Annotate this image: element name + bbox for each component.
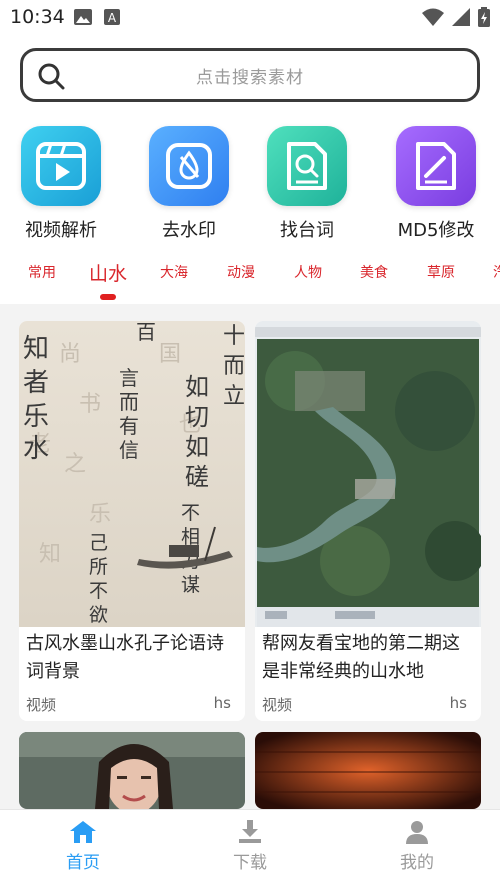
woman-portrait-thumbnail [19, 732, 245, 809]
card-title: 帮网友看宝地的第二期这是非常经典的山水地 [262, 633, 460, 682]
md5-edit-icon [396, 126, 476, 206]
bottom-nav: 首页 下载 我的 [0, 809, 500, 887]
svg-text:己: 己 [89, 532, 108, 554]
wooden-stage-thumbnail [255, 732, 481, 809]
svg-text:知: 知 [39, 542, 61, 567]
svg-text:有: 有 [119, 414, 139, 438]
category-active-indicator [100, 294, 116, 300]
svg-text:之: 之 [64, 452, 86, 477]
card-type: 视频 [26, 696, 57, 714]
svg-text:尚: 尚 [59, 342, 81, 367]
card-title: 古风水墨山水孔子论语诗词背景 [26, 633, 224, 682]
video-card[interactable]: 帮网友看宝地的第二期这是非常经典的山水地 视频 hs [255, 321, 481, 721]
wifi-icon [422, 8, 444, 26]
svg-text:书: 书 [79, 392, 101, 417]
svg-text:立: 立 [223, 384, 245, 409]
quick-action-video-parse[interactable]: 视频解析 [1, 126, 121, 242]
category-tab-anime[interactable]: 动漫 [227, 262, 255, 282]
video-card[interactable]: 尚书老 之乐知 国也 知 者 乐 水 百 言 而 有 信 如 切 如 磋 十 而… [19, 321, 245, 721]
svg-text:所: 所 [89, 556, 108, 578]
svg-text:者: 者 [23, 368, 49, 398]
remove-watermark-icon [149, 126, 229, 206]
card-meta: 视频 hs [26, 694, 231, 715]
category-tab-landscape[interactable]: 山水 [89, 259, 127, 286]
ink-calligraphy-thumbnail: 尚书老 之乐知 国也 知 者 乐 水 百 言 而 有 信 如 切 如 磋 十 而… [19, 321, 245, 627]
card-type: 视频 [262, 696, 293, 714]
svg-text:如: 如 [185, 373, 209, 401]
card-author: hs [213, 694, 231, 712]
nav-download[interactable]: 下载 [200, 820, 300, 873]
category-tab-people[interactable]: 人物 [294, 262, 322, 282]
quick-action-label: 去水印 [162, 220, 216, 241]
svg-text:而: 而 [223, 354, 245, 379]
svg-text:水: 水 [23, 434, 49, 464]
a-box-icon: A [104, 9, 120, 25]
svg-text:乐: 乐 [23, 402, 49, 432]
svg-text:欲: 欲 [89, 604, 108, 626]
search-box[interactable]: 点击搜索素材 [20, 48, 480, 102]
quick-action-label: 找台词 [280, 220, 334, 241]
nav-home[interactable]: 首页 [33, 820, 133, 873]
svg-text:如: 如 [185, 433, 209, 461]
svg-text:知: 知 [23, 334, 49, 364]
category-tab-sea[interactable]: 大海 [160, 262, 188, 282]
svg-text:不: 不 [181, 502, 200, 524]
status-bar: 10:34 A [0, 0, 500, 36]
quick-action-find-lines[interactable]: 找台词 [247, 126, 367, 242]
svg-text:百: 百 [136, 321, 156, 344]
svg-text:磋: 磋 [185, 463, 209, 491]
battery-icon [478, 7, 490, 27]
svg-text:而: 而 [119, 390, 139, 414]
search-placeholder[interactable]: 点击搜索素材 [23, 63, 477, 88]
svg-text:言: 言 [119, 366, 139, 390]
card-meta: 视频 hs [262, 694, 467, 715]
card-author: hs [449, 694, 467, 712]
svg-text:切: 切 [185, 403, 209, 431]
svg-text:国: 国 [159, 342, 181, 367]
category-tab-car[interactable]: 汽 [493, 262, 500, 282]
video-card[interactable] [19, 732, 245, 809]
video-parse-icon [21, 126, 101, 206]
svg-text:相: 相 [181, 526, 200, 548]
quick-action-label: 视频解析 [25, 220, 97, 241]
svg-text:不: 不 [89, 580, 108, 602]
status-time: 10:34 [10, 6, 65, 28]
nav-home-label: 首页 [66, 853, 100, 873]
download-icon [239, 820, 261, 843]
nav-download-label: 下载 [233, 853, 267, 873]
video-card[interactable] [255, 732, 481, 809]
svg-text:谋: 谋 [181, 574, 200, 596]
svg-text:十: 十 [223, 324, 245, 349]
quick-action-label: MD5修改 [397, 220, 475, 241]
category-tab-common[interactable]: 常用 [28, 262, 56, 282]
category-tab-food[interactable]: 美食 [360, 262, 388, 282]
home-icon [70, 821, 96, 843]
image-icon [74, 9, 92, 25]
signal-icon [452, 8, 470, 26]
nav-profile-label: 我的 [400, 853, 434, 873]
svg-text:信: 信 [119, 438, 139, 462]
satellite-river-thumbnail [255, 321, 481, 627]
top-area: 点击搜索素材 视频解析 去水印 找台词 MD5修改 常用 山水 大海 动漫 人物… [0, 36, 500, 304]
category-tabs: 常用 山水 大海 动漫 人物 美食 草原 汽 [0, 254, 500, 304]
quick-action-remove-watermark[interactable]: 去水印 [129, 126, 249, 242]
quick-action-md5-edit[interactable]: MD5修改 [376, 126, 496, 242]
find-lines-icon [267, 126, 347, 206]
svg-text:乐: 乐 [89, 502, 111, 527]
category-tab-grassland[interactable]: 草原 [427, 262, 455, 282]
nav-profile[interactable]: 我的 [367, 820, 467, 873]
profile-icon [406, 821, 428, 844]
svg-text:A: A [108, 11, 117, 25]
